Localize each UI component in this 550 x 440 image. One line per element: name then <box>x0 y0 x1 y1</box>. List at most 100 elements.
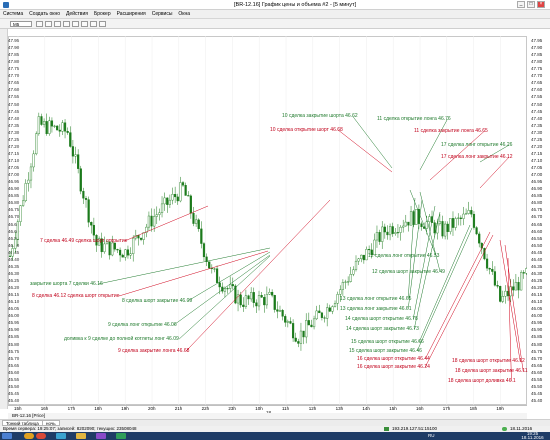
menu-services[interactable]: Сервисы <box>149 10 176 19</box>
y-tick-label: 47.00 <box>531 172 543 178</box>
close-button[interactable]: × <box>537 1 545 8</box>
minimize-button[interactable]: _ <box>517 1 525 8</box>
y-tick-label: 45.70 <box>531 355 543 361</box>
candle <box>347 281 350 283</box>
trade-annotation: 10 сделка открытие шорт 46.68 <box>270 127 343 133</box>
candle <box>386 231 389 236</box>
line-mode-button[interactable] <box>63 21 70 27</box>
candle <box>467 210 470 214</box>
taskbar-clock[interactable]: 19:25 18.11.2016 <box>515 431 550 440</box>
candle <box>56 125 59 131</box>
candle <box>121 254 124 258</box>
candle <box>153 216 156 227</box>
zoom-out-button[interactable] <box>45 21 52 27</box>
candle <box>189 195 192 214</box>
candle <box>499 286 502 302</box>
y-tick-label: 47.70 <box>531 73 543 79</box>
menu-create-window[interactable]: Создать окно <box>26 10 63 19</box>
folder-icon[interactable] <box>76 433 86 439</box>
candle <box>158 212 161 215</box>
candle <box>171 194 174 201</box>
candle <box>493 271 497 286</box>
y-tick-label: 46.30 <box>531 270 543 276</box>
candle <box>433 222 436 234</box>
candle <box>116 249 119 251</box>
candle <box>504 290 507 297</box>
chrome-icon[interactable] <box>36 433 46 439</box>
candle <box>307 320 310 326</box>
candle <box>315 310 318 320</box>
status-ok-icon <box>502 427 507 431</box>
text-tool-button[interactable] <box>90 21 97 27</box>
menu-system[interactable]: Система <box>0 10 26 19</box>
crosshair-button[interactable] <box>72 21 79 27</box>
start-icon[interactable] <box>2 433 12 439</box>
candle <box>176 196 179 202</box>
candle <box>174 194 177 198</box>
menu-broker[interactable]: Брокер <box>91 10 114 19</box>
menu-windows[interactable]: Окна <box>175 10 193 19</box>
candle <box>480 242 483 249</box>
candle <box>29 166 33 181</box>
zoom-in-button[interactable] <box>36 21 43 27</box>
app-icon-2[interactable] <box>56 433 66 439</box>
trade-annotation: доливка к 9 сделке до полной котлеты лон… <box>64 336 179 342</box>
candle <box>192 213 195 224</box>
candle <box>391 226 394 234</box>
x-tick-label: 13h <box>335 406 344 411</box>
menu-extensions[interactable]: Расширения <box>114 10 149 19</box>
y-tick-label: 45.75 <box>531 348 543 354</box>
menu-actions[interactable]: Действия <box>63 10 91 19</box>
candle <box>244 295 248 307</box>
candle <box>168 199 171 205</box>
trading-app-icon[interactable] <box>116 433 126 439</box>
candle <box>255 302 258 307</box>
candle <box>66 130 69 133</box>
candle <box>24 183 27 202</box>
y-tick-label: 46.55 <box>531 235 543 241</box>
candle <box>208 261 211 269</box>
candle <box>462 213 465 219</box>
candle <box>512 286 515 291</box>
candle <box>200 228 203 244</box>
candle-mode-button[interactable] <box>54 21 61 27</box>
y-tick-label: 46.75 <box>531 207 543 213</box>
browser-icon[interactable] <box>24 433 34 439</box>
x-tick-label: 14h <box>362 406 370 411</box>
x-tick-label: 15h <box>14 406 22 411</box>
candle <box>438 221 441 224</box>
candle <box>286 321 289 323</box>
annotation-connector <box>173 254 271 326</box>
y-tick-label: 45.90 <box>531 327 543 333</box>
candle <box>514 282 517 291</box>
settings-button[interactable] <box>99 21 106 27</box>
media-icon[interactable] <box>96 433 106 439</box>
candle <box>166 197 169 205</box>
x-tick-label: 17h <box>442 406 451 411</box>
y-tick-label: 46.70 <box>531 214 543 220</box>
candle <box>454 218 457 228</box>
timeframe-select[interactable]: M5 <box>10 21 32 27</box>
x-tick-label: 12h <box>308 406 317 411</box>
candle <box>496 285 499 287</box>
y-tick-label: 47.40 <box>531 115 543 121</box>
candle <box>404 221 407 227</box>
candle <box>202 243 206 258</box>
language-indicator[interactable]: RU <box>428 433 435 439</box>
draw-line-button[interactable] <box>81 21 88 27</box>
y-tick-label: 47.15 <box>531 150 543 156</box>
candle <box>35 133 38 155</box>
candle <box>260 295 263 298</box>
candle <box>415 209 418 225</box>
y-tick-label: 47.80 <box>531 59 543 65</box>
candle <box>302 330 305 338</box>
candle <box>326 307 329 319</box>
candle <box>402 225 405 228</box>
trade-annotation: 16 сделка шорт открытие 46.44 <box>357 356 430 362</box>
x-tick-label: 15h <box>389 406 397 411</box>
y-tick-label: 46.85 <box>531 193 543 199</box>
candle <box>8 255 12 257</box>
price-chart[interactable] <box>8 36 527 405</box>
maximize-button[interactable]: □ <box>527 1 535 8</box>
candle <box>425 221 428 229</box>
